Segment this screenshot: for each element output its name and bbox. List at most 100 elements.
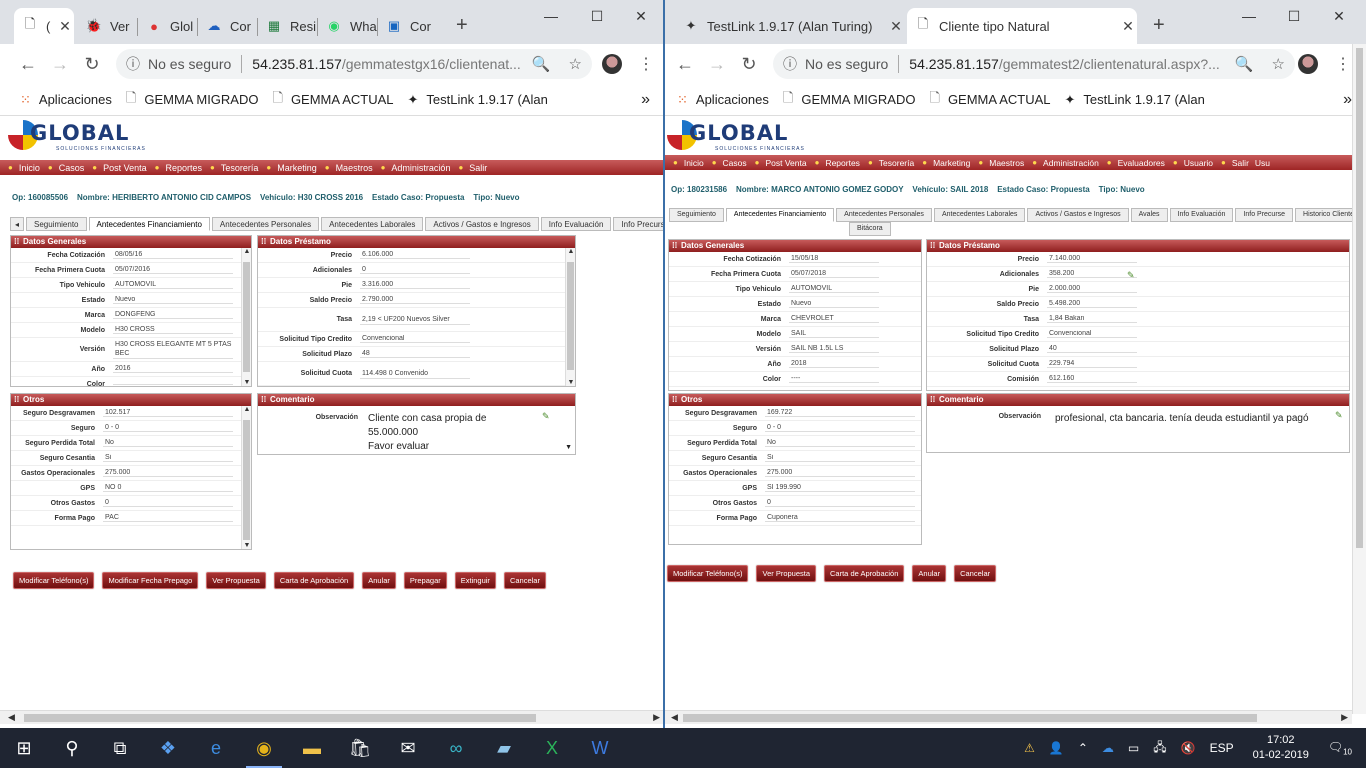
notepad-icon[interactable]: ▰ [480,728,528,768]
menu-item[interactable]: Casos [59,163,85,173]
tab-seguimiento[interactable]: Seguimiento [26,217,87,231]
field-value[interactable]: CHEVROLET [789,315,879,323]
field-value[interactable]: 7.140.000 [1047,255,1137,263]
field-value[interactable]: 6.106.000 [360,251,470,259]
infinity-icon[interactable]: ∞ [432,728,480,768]
menu-item[interactable]: Evaluadores [1118,158,1165,168]
field-value[interactable]: Convencional [360,335,470,343]
close-window-icon[interactable]: ✕ [618,8,664,25]
field-value[interactable]: H30 CROSS ELEGANTE MT 5 PTAS BEC [113,340,233,359]
star-icon[interactable]: ☆ [569,55,582,73]
browser-tab[interactable]: 🗋(✕ [14,8,74,44]
field-value[interactable] [113,383,233,385]
forward-icon[interactable]: → [701,54,733,75]
new-tab-icon[interactable]: + [1153,14,1165,37]
ver-propuesta-button[interactable]: Ver Propuesta [756,565,817,582]
field-value[interactable]: 2018 [789,360,879,368]
field-value[interactable]: 0 [103,499,233,507]
search-icon[interactable]: ⚲ [48,728,96,768]
excel-icon[interactable]: X [528,728,576,768]
page-vertical-scrollbar[interactable] [1352,44,1366,714]
tab-activos[interactable]: Activos / Gastos e Ingresos [425,217,539,231]
tab-bitacora[interactable]: Bitácora [849,222,891,236]
browser-tab[interactable]: ● Glol [138,8,198,44]
tab-antecedentes-personales[interactable]: Antecedentes Personales [211,217,320,231]
tab-info-precursa[interactable]: Info Precursa [613,217,664,231]
clock[interactable]: 17:02 01-02-2019 [1253,733,1309,763]
tab-avales[interactable]: Avales [1130,208,1168,222]
observacion-text[interactable]: Cliente con casa propia de 55.000.000 Favo… [368,412,486,454]
browser-tab[interactable]: ✦ TestLink 1.9.17 (Alan Turing) ✕ [675,8,905,44]
bookmark-apps[interactable]: ⁙ Aplicaciones [20,92,112,108]
field-value[interactable]: PAC [103,514,233,522]
back-icon[interactable]: ← [669,54,701,75]
tab-antecedentes-laborales[interactable]: Antecedentes Laborales [321,217,424,231]
tab-info-precurse[interactable]: Info Precurse [1235,208,1294,222]
more-bookmarks-icon[interactable]: » [1343,91,1352,109]
prepagar-button[interactable]: Prepagar [403,572,447,589]
edit-icon[interactable]: ✎ [542,411,550,422]
field-value[interactable]: 08/05/16 [113,251,233,259]
reload-icon[interactable]: ↻ [76,54,108,75]
browser-tab[interactable]: ☁ Cor [198,8,258,44]
menu-item[interactable]: Maestros [336,163,373,173]
field-value[interactable]: 114.498 0 Convenido [360,369,470,379]
security-alert-icon[interactable]: ⚠ [1024,741,1035,755]
menu-item[interactable]: Marketing [277,163,317,173]
field-value[interactable]: 2.000.000 [1047,285,1137,293]
bookmark-item[interactable]: ✦ TestLink 1.9.17 (Alan [408,92,548,108]
avatar[interactable] [1298,54,1318,74]
maximize-icon[interactable]: ☐ [574,8,620,25]
menu-item[interactable]: Usu [1255,158,1270,168]
file-explorer-icon[interactable]: ▬ [288,728,336,768]
menu-item[interactable]: Salir [1232,158,1249,168]
close-window-icon[interactable]: ✕ [1316,8,1362,25]
more-bookmarks-icon[interactable]: » [641,91,650,109]
anular-button[interactable]: Anular [912,565,947,582]
close-tab-icon[interactable]: ✕ [1119,18,1137,35]
field-value[interactable]: 229.794 [1047,360,1137,368]
word-icon[interactable]: W [576,728,624,768]
ver-propuesta-button[interactable]: Ver Propuesta [206,572,266,589]
field-value[interactable]: 15/05/18 [789,255,879,263]
close-tab-icon[interactable]: ✕ [887,18,905,35]
star-icon[interactable]: ☆ [1272,55,1285,73]
tab-seguimiento[interactable]: Seguimiento [669,208,724,222]
field-value[interactable]: SAIL [789,330,879,338]
menu-item[interactable]: Administración [391,163,450,173]
field-value[interactable]: 3.316.000 [360,281,470,289]
task-view-icon[interactable]: ⧉ [96,728,144,768]
modificar-telefonos-button[interactable]: Modificar Teléfono(s) [13,572,95,589]
browser-tab[interactable]: 🗋 Cliente tipo Natural ✕ [907,8,1137,44]
tab-antecedentes-financiamiento[interactable]: Antecedentes Financiamiento [725,208,835,222]
carta-aprobacion-button[interactable]: Carta de Aprobación [824,565,905,582]
menu-item[interactable]: Reportes [165,163,202,173]
zoom-icon[interactable]: 🔍 [532,55,551,73]
carta-aprobacion-button[interactable]: Carta de Aprobación [273,572,355,589]
menu-item[interactable]: Casos [723,158,747,168]
menu-item[interactable]: Reportes [825,158,860,168]
field-value[interactable]: Nuevo [789,300,879,308]
field-value[interactable]: SAIL NB 1.5L LS [789,345,879,353]
field-value[interactable]: 2.790.000 [360,296,470,304]
menu-icon[interactable]: ⋮ [638,54,654,74]
field-value[interactable]: 0 - 0 [765,424,915,432]
people-icon[interactable]: 👤 [1049,741,1064,755]
edge-icon[interactable]: e [192,728,240,768]
field-value[interactable]: Cuponera [765,514,915,522]
browser-tab[interactable]: ▦ Resi [258,8,318,44]
field-value[interactable]: No [765,439,915,447]
field-value[interactable]: ---- [789,375,879,383]
tab-antecedentes-personales[interactable]: Antecedentes Personales [836,208,932,222]
menu-item[interactable]: Inicio [19,163,40,173]
horizontal-scrollbar[interactable]: ◀ ▶ [665,710,1352,724]
field-value[interactable]: 0 - 0 [103,424,233,432]
address-bar[interactable]: ⓘ No es seguro 54.235.81.157/gemmatestgx… [116,49,592,79]
field-value[interactable]: Nuevo [113,296,233,304]
language-indicator[interactable]: ESP [1210,741,1234,755]
field-value[interactable]: AUTOMOVIL [113,281,233,289]
bookmark-item[interactable]: ✦ TestLink 1.9.17 (Alan [1065,92,1205,108]
menu-item[interactable]: Maestros [989,158,1024,168]
menu-item[interactable]: Post Venta [765,158,806,168]
windows-start-icon[interactable]: ⊞ [0,728,48,768]
